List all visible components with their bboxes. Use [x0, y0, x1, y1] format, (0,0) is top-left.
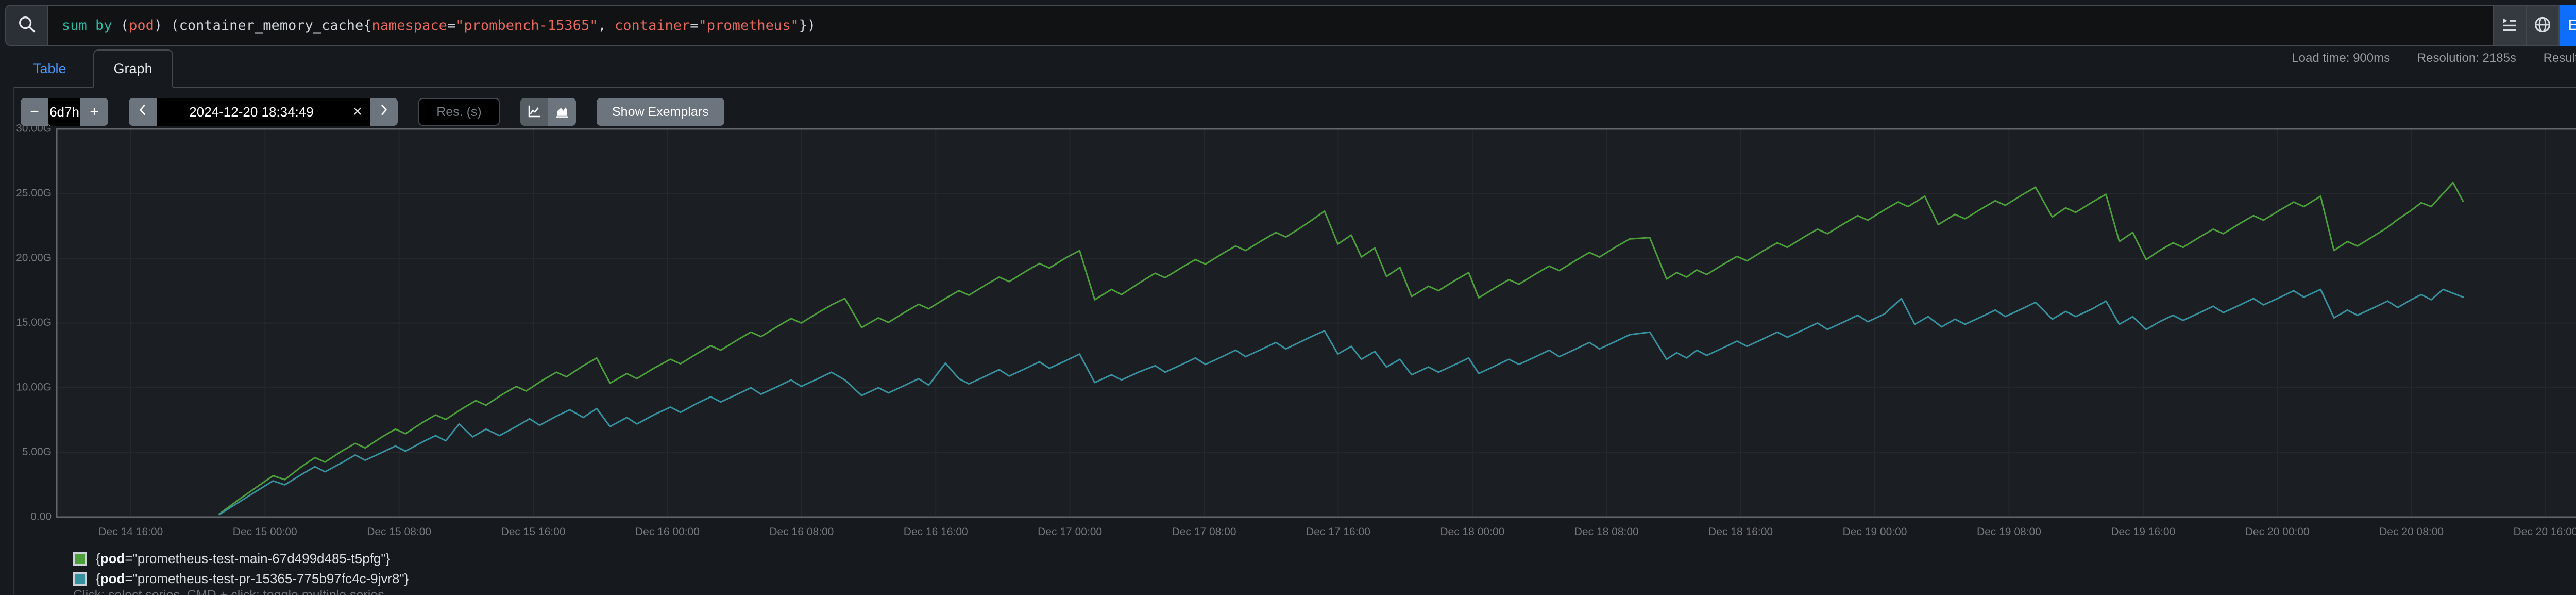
search-addon [5, 5, 47, 46]
line-chart-toggle-button[interactable] [520, 98, 548, 126]
legend-label: {pod="prometheus-test-main-67d499d485-t5… [96, 551, 390, 567]
graph-toolbar: − + ✕ [21, 98, 724, 126]
tab-graph[interactable]: Graph [93, 49, 173, 88]
query-token: "prombench-15365" [455, 18, 598, 34]
query-token: sum [62, 18, 87, 34]
query-token: = [447, 18, 455, 34]
duration-increase-button[interactable]: + [80, 98, 108, 126]
resolution-input[interactable] [418, 98, 500, 126]
graph-legend: {pod="prometheus-test-main-67d499d485-t5… [73, 551, 409, 591]
legend-label: {pod="prometheus-test-pr-15365-775b97fc4… [96, 571, 409, 587]
query-bar: sum by (pod) (container_memory_cache{nam… [5, 5, 2576, 46]
legend-item[interactable]: {pod="prometheus-test-pr-15365-775b97fc4… [73, 571, 409, 587]
duration-stepper: − + [21, 98, 108, 126]
legend-swatch [73, 552, 87, 566]
query-token: ) ( [154, 18, 179, 34]
duration-input[interactable] [48, 98, 80, 126]
end-time-input[interactable] [157, 98, 370, 126]
legend-item[interactable]: {pod="prometheus-test-main-67d499d485-t5… [73, 551, 409, 567]
chevron-right-icon [377, 103, 391, 121]
metrics-explorer-button[interactable] [2494, 5, 2527, 46]
query-token: container_memory_cache [179, 18, 364, 34]
query-token: }) [799, 18, 816, 34]
globe-button[interactable] [2527, 5, 2560, 46]
query-token: , [598, 18, 615, 34]
chevron-left-icon [136, 103, 149, 121]
query-token: "prometheus" [699, 18, 799, 34]
duration-decrease-button[interactable]: − [21, 98, 48, 126]
graph-panel: − + ✕ [13, 87, 2576, 595]
stacked-chart-icon [554, 104, 570, 121]
time-back-button[interactable] [129, 98, 157, 126]
time-picker: ✕ [129, 98, 398, 126]
query-stats: Load time: 900ms Resolution: 2185s Resul… [2268, 51, 2576, 65]
execute-button[interactable]: Execute [2560, 5, 2576, 46]
query-token: ( [112, 18, 129, 34]
show-exemplars-button[interactable]: Show Exemplars [597, 98, 724, 126]
result-series: Result series: 2 [2544, 51, 2576, 65]
legend-hint: Click: select series, CMD + click: toggl… [73, 588, 384, 595]
query-token: { [363, 18, 371, 34]
query-token: namespace [372, 18, 447, 34]
tab-table[interactable]: Table [13, 49, 86, 88]
stacked-chart-toggle-button[interactable] [548, 98, 576, 126]
panel-tabs: Table Graph [13, 49, 173, 88]
query-token: container [615, 18, 690, 34]
query-expression-input[interactable]: sum by (pod) (container_memory_cache{nam… [47, 5, 2494, 46]
prometheus-app: sum by (pod) (container_memory_cache{nam… [0, 0, 2576, 595]
line-chart-icon [527, 104, 542, 121]
chart-type-toggle [520, 98, 576, 126]
legend-swatch [73, 572, 87, 586]
query-token: pod [129, 18, 154, 34]
globe-icon [2533, 15, 2552, 36]
load-time: Load time: 900ms [2292, 51, 2390, 65]
query-token: = [690, 18, 698, 34]
clear-time-icon[interactable]: ✕ [352, 105, 363, 120]
metrics-explorer-icon [2501, 16, 2518, 35]
query-token: by [95, 18, 112, 34]
time-forward-button[interactable] [370, 98, 398, 126]
query-token [87, 18, 95, 34]
search-icon [17, 14, 37, 37]
resolution: Resolution: 2185s [2417, 51, 2516, 65]
